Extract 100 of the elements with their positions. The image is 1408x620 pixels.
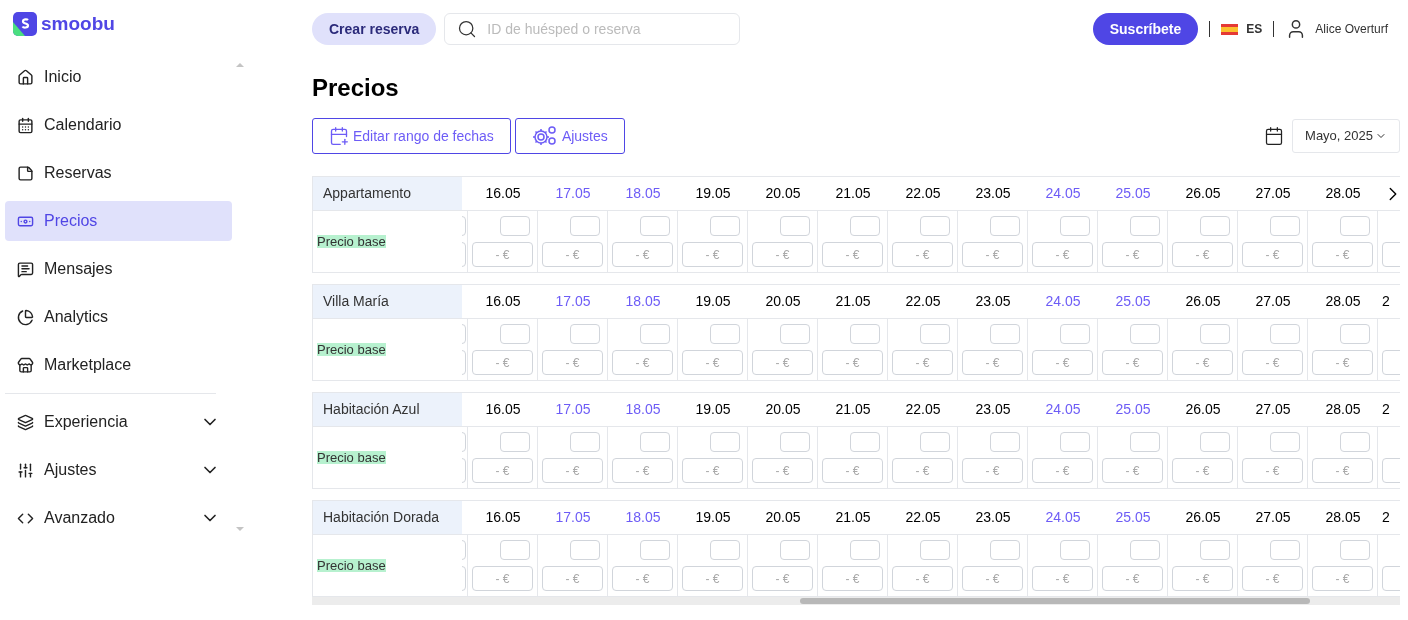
input-field[interactable] [1130, 540, 1160, 560]
input-field[interactable] [1130, 432, 1160, 452]
price-field[interactable]: - € [1102, 458, 1163, 483]
input-field[interactable] [1340, 324, 1370, 344]
user-name[interactable]: Alice Overturf [1315, 20, 1388, 38]
input-field[interactable] [1270, 540, 1300, 560]
price-field[interactable]: - € [822, 350, 883, 375]
scrollbar-thumb[interactable] [800, 598, 1310, 604]
input-field[interactable] [1130, 216, 1160, 236]
input-field[interactable] [920, 324, 950, 344]
price-field[interactable]: - € [472, 566, 533, 591]
month-picker[interactable]: Mayo, 2025 [1292, 119, 1400, 153]
subscribe-button[interactable]: Suscríbete [1092, 13, 1199, 45]
price-field[interactable]: - € [1032, 242, 1093, 267]
sidebar-group[interactable]: Ajustes [5, 450, 232, 490]
price-field[interactable]: - € [472, 350, 533, 375]
price-field[interactable]: - € [1242, 350, 1303, 375]
input-field[interactable] [710, 324, 740, 344]
input-field[interactable] [1340, 432, 1370, 452]
input-field[interactable] [1270, 432, 1300, 452]
input-field[interactable] [500, 216, 530, 236]
price-field[interactable]: - € [962, 242, 1023, 267]
input-field[interactable] [1200, 324, 1230, 344]
price-field[interactable]: - € [962, 350, 1023, 375]
price-field[interactable]: - € [542, 566, 603, 591]
input-field[interactable] [1270, 324, 1300, 344]
price-field[interactable]: - € [752, 566, 813, 591]
action-button[interactable]: Editar rango de fechas [312, 118, 511, 154]
input-field[interactable] [920, 540, 950, 560]
price-field[interactable]: - € [962, 458, 1023, 483]
price-field[interactable]: - € [1172, 242, 1233, 267]
input-field[interactable] [850, 432, 880, 452]
price-field[interactable]: - € [472, 458, 533, 483]
price-field[interactable]: - € [542, 458, 603, 483]
price-field[interactable]: - € [682, 242, 743, 267]
input-field[interactable] [640, 540, 670, 560]
sidebar-item[interactable]: Inicio [5, 57, 232, 97]
sidebar-item[interactable]: Mensajes [5, 249, 232, 289]
input-field[interactable] [500, 432, 530, 452]
price-field[interactable]: - € [1102, 566, 1163, 591]
input-field[interactable] [1340, 216, 1370, 236]
input-field[interactable] [1060, 216, 1090, 236]
sidebar-group[interactable]: Experiencia [5, 402, 232, 442]
input-field[interactable] [780, 540, 810, 560]
input-field[interactable] [850, 216, 880, 236]
input-field[interactable] [1200, 216, 1230, 236]
price-field[interactable]: - € [1312, 350, 1373, 375]
price-field[interactable]: - € [612, 242, 673, 267]
price-field[interactable]: - € [752, 458, 813, 483]
price-field[interactable]: - € [612, 458, 673, 483]
calendar-icon[interactable] [1264, 126, 1285, 146]
sidebar-item[interactable]: Precios [5, 201, 232, 241]
language-code[interactable]: ES [1246, 20, 1263, 38]
input-field[interactable] [990, 324, 1020, 344]
input-field[interactable] [780, 324, 810, 344]
price-field[interactable]: - € [1312, 242, 1373, 267]
input-field[interactable] [850, 540, 880, 560]
sidebar-item[interactable]: Analytics [5, 297, 232, 337]
price-field[interactable]: - € [892, 350, 953, 375]
price-field[interactable]: - € [682, 350, 743, 375]
sidebar-item[interactable]: Marketplace [5, 345, 232, 385]
create-booking-button[interactable]: Crear reserva [312, 13, 437, 45]
input-field[interactable] [570, 432, 600, 452]
input-field[interactable] [640, 324, 670, 344]
price-field[interactable]: - € [1172, 458, 1233, 483]
input-field[interactable] [710, 216, 740, 236]
price-field[interactable]: - € [1242, 242, 1303, 267]
price-field[interactable]: - € [542, 242, 603, 267]
action-button[interactable]: Ajustes [514, 118, 625, 154]
price-field[interactable]: - € [892, 458, 953, 483]
input-field[interactable] [570, 216, 600, 236]
price-field[interactable]: - € [1312, 566, 1373, 591]
price-field[interactable]: - € [542, 350, 603, 375]
input-field[interactable] [640, 216, 670, 236]
input-field[interactable] [640, 432, 670, 452]
price-field[interactable]: - € [1032, 566, 1093, 591]
input-field[interactable] [850, 324, 880, 344]
price-field[interactable]: - € [1172, 566, 1233, 591]
input-field[interactable] [710, 432, 740, 452]
price-field[interactable]: - € [1102, 242, 1163, 267]
input-field[interactable] [500, 324, 530, 344]
price-field[interactable]: - € [1032, 458, 1093, 483]
input-field[interactable] [500, 540, 530, 560]
price-field[interactable]: - € [962, 566, 1023, 591]
price-field[interactable]: - € [682, 566, 743, 591]
input-field[interactable] [570, 324, 600, 344]
input-field[interactable] [1060, 324, 1090, 344]
input-field[interactable] [780, 432, 810, 452]
sidebar-item[interactable]: Calendario [5, 105, 232, 145]
input-field[interactable] [920, 216, 950, 236]
price-field[interactable]: - € [752, 242, 813, 267]
input-field[interactable] [1060, 432, 1090, 452]
input-field[interactable] [990, 432, 1020, 452]
price-field[interactable]: - € [752, 350, 813, 375]
price-field[interactable]: - € [1102, 350, 1163, 375]
input-field[interactable] [710, 540, 740, 560]
search-field[interactable]: ID de huésped o reserva [444, 13, 741, 45]
price-field[interactable]: - € [1312, 458, 1373, 483]
price-field[interactable]: - € [1032, 350, 1093, 375]
input-field[interactable] [1200, 540, 1230, 560]
